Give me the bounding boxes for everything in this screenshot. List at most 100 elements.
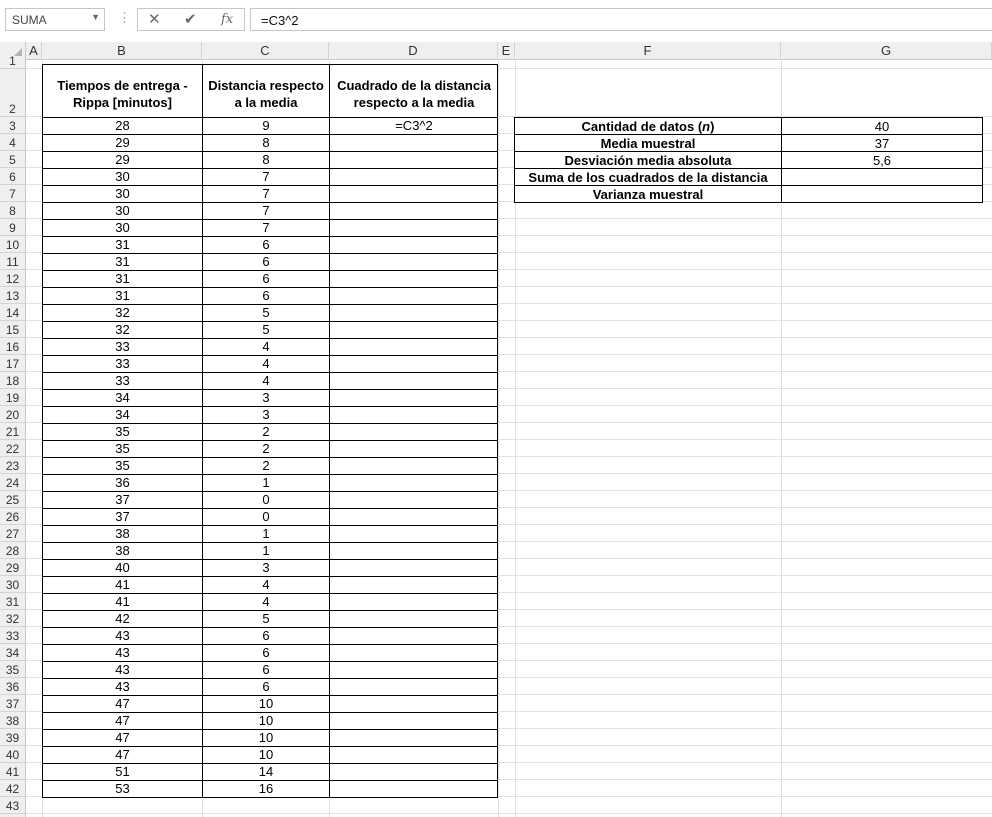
row-header-38[interactable]: 38: [0, 712, 25, 729]
cell-square[interactable]: [330, 338, 498, 355]
cell-square[interactable]: [330, 644, 498, 661]
cell-time[interactable]: 29: [43, 134, 202, 151]
cell-square[interactable]: [330, 712, 498, 729]
cell-square[interactable]: [330, 576, 498, 593]
row-header-18[interactable]: 18: [0, 372, 25, 389]
row-header-28[interactable]: 28: [0, 542, 25, 559]
cell-distance[interactable]: 16: [203, 780, 329, 797]
cell-time[interactable]: 30: [43, 202, 202, 219]
cell-time[interactable]: 33: [43, 338, 202, 355]
row-header-35[interactable]: 35: [0, 661, 25, 678]
column-header-b[interactable]: B: [42, 42, 202, 59]
summary-value-4[interactable]: [782, 169, 982, 185]
cell-distance[interactable]: 5: [203, 321, 329, 338]
summary-value-5[interactable]: [782, 186, 982, 202]
row-header-33[interactable]: 33: [0, 627, 25, 644]
cell-distance[interactable]: 4: [203, 355, 329, 372]
summary-value-2[interactable]: 37: [782, 135, 982, 151]
cell-square[interactable]: [330, 491, 498, 508]
row-header-11[interactable]: 11: [0, 253, 25, 270]
cell-time[interactable]: 31: [43, 287, 202, 304]
cell-square[interactable]: [330, 321, 498, 338]
row-header-25[interactable]: 25: [0, 491, 25, 508]
row-header-10[interactable]: 10: [0, 236, 25, 253]
cell-time[interactable]: 35: [43, 457, 202, 474]
cell-square[interactable]: [330, 134, 498, 151]
cell-distance[interactable]: 1: [203, 525, 329, 542]
row-header-40[interactable]: 40: [0, 746, 25, 763]
cell-distance[interactable]: 3: [203, 406, 329, 423]
cell-time[interactable]: 33: [43, 372, 202, 389]
cell-time[interactable]: 38: [43, 542, 202, 559]
cell-time[interactable]: 43: [43, 644, 202, 661]
row-header-20[interactable]: 20: [0, 406, 25, 423]
cell-distance[interactable]: 10: [203, 695, 329, 712]
cell-time[interactable]: 43: [43, 678, 202, 695]
row-header-2[interactable]: 2: [0, 69, 25, 117]
row-header-43[interactable]: 43: [0, 797, 25, 814]
cell-time[interactable]: 31: [43, 253, 202, 270]
row-header-9[interactable]: 9: [0, 219, 25, 236]
row-header-21[interactable]: 21: [0, 423, 25, 440]
cell-time[interactable]: 38: [43, 525, 202, 542]
cell-square[interactable]: [330, 372, 498, 389]
header-col-b[interactable]: Tiempos de entrega - Rippa [minutos]: [43, 65, 202, 117]
cell-square[interactable]: [330, 406, 498, 423]
cell-time[interactable]: 29: [43, 151, 202, 168]
cell-square[interactable]: [330, 423, 498, 440]
cell-time[interactable]: 42: [43, 610, 202, 627]
summary-value-3[interactable]: 5,6: [782, 152, 982, 168]
cell-square[interactable]: [330, 168, 498, 185]
cell-distance[interactable]: 14: [203, 763, 329, 780]
cell-time[interactable]: 40: [43, 559, 202, 576]
cell-time[interactable]: 47: [43, 712, 202, 729]
cell-distance[interactable]: 1: [203, 542, 329, 559]
row-header-19[interactable]: 19: [0, 389, 25, 406]
cell-square[interactable]: [330, 219, 498, 236]
row-header-29[interactable]: 29: [0, 559, 25, 576]
cell-time[interactable]: 41: [43, 576, 202, 593]
row-header-36[interactable]: 36: [0, 678, 25, 695]
formula-input[interactable]: =C3^2: [250, 8, 992, 31]
row-header-12[interactable]: 12: [0, 270, 25, 287]
row-header-42[interactable]: 42: [0, 780, 25, 797]
cell-distance[interactable]: 0: [203, 508, 329, 525]
cell-square[interactable]: [330, 270, 498, 287]
column-header-f[interactable]: F: [515, 42, 781, 59]
row-header-24[interactable]: 24: [0, 474, 25, 491]
cell-square[interactable]: [330, 508, 498, 525]
cell-square[interactable]: [330, 253, 498, 270]
column-header-c[interactable]: C: [202, 42, 329, 59]
row-header-4[interactable]: 4: [0, 134, 25, 151]
cell-distance[interactable]: 9: [203, 117, 329, 134]
row-header-13[interactable]: 13: [0, 287, 25, 304]
cell-distance[interactable]: 6: [203, 678, 329, 695]
cell-time[interactable]: 41: [43, 593, 202, 610]
cell-time[interactable]: 31: [43, 270, 202, 287]
cell-time[interactable]: 28: [43, 117, 202, 134]
cell-d3-editing[interactable]: =C3^2: [330, 117, 498, 134]
column-header-e[interactable]: E: [498, 42, 515, 59]
header-col-d[interactable]: Cuadrado de la distancia respecto a la m…: [330, 65, 498, 117]
row-header-37[interactable]: 37: [0, 695, 25, 712]
cell-square[interactable]: [330, 525, 498, 542]
cell-square[interactable]: [330, 695, 498, 712]
cell-distance[interactable]: 7: [203, 219, 329, 236]
cell-distance[interactable]: 10: [203, 729, 329, 746]
row-header-14[interactable]: 14: [0, 304, 25, 321]
row-header-27[interactable]: 27: [0, 525, 25, 542]
cell-time[interactable]: 51: [43, 763, 202, 780]
row-header-32[interactable]: 32: [0, 610, 25, 627]
cell-square[interactable]: [330, 236, 498, 253]
summary-label-2[interactable]: Media muestral: [515, 135, 781, 151]
cell-distance[interactable]: 6: [203, 661, 329, 678]
column-header-a[interactable]: A: [26, 42, 42, 59]
chevron-down-icon[interactable]: ▼: [91, 12, 100, 22]
cell-distance[interactable]: 5: [203, 304, 329, 321]
cell-distance[interactable]: 6: [203, 270, 329, 287]
cell-time[interactable]: 35: [43, 423, 202, 440]
row-header-31[interactable]: 31: [0, 593, 25, 610]
summary-label-1[interactable]: Cantidad de datos (n): [515, 118, 781, 134]
cell-distance[interactable]: 6: [203, 287, 329, 304]
summary-value-1[interactable]: 40: [782, 118, 982, 134]
